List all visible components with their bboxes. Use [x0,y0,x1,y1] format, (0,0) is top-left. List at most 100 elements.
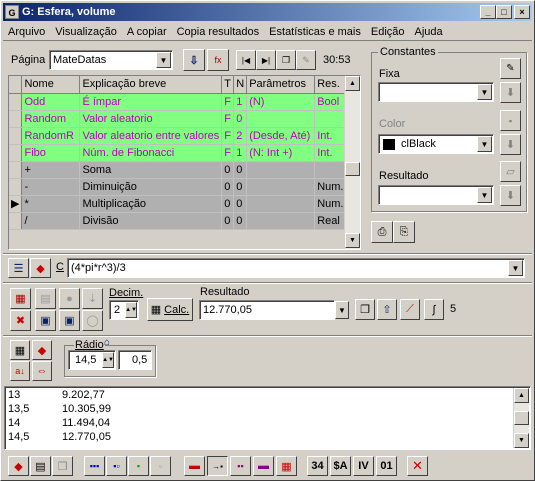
insert-color-icon[interactable]: ⬇ [500,134,521,155]
functions-grid[interactable]: Nome Explicação breve T N Parâmetros Res… [8,75,361,250]
last-record-icon[interactable]: ▶| [256,50,276,70]
small-point-icon[interactable]: ▫ [150,456,171,476]
row-indicator[interactable]: ▶ [9,195,23,213]
plot-icon[interactable]: ● [59,288,80,309]
table-cell[interactable]: 0 [221,161,235,179]
insert-result-icon[interactable]: ⬇ [500,185,521,206]
resultado-constant-select[interactable]: ▼ [378,185,494,205]
document-icon[interactable]: ▤ [30,456,51,476]
dash-line-icon[interactable]: ▪▪ [230,456,251,476]
insert-constant-icon[interactable]: ⬇ [500,82,521,103]
table-cell[interactable]: 1 [233,144,248,162]
table-row[interactable]: Odd É ímpar F 1 (N) Bool [9,93,347,111]
page-select[interactable]: MateDatas ▼ [49,50,173,70]
table-cell[interactable]: (Desde, Até) [246,127,316,145]
table-cell[interactable]: 0 [233,178,248,196]
table-cell[interactable]: 0 [233,195,248,213]
col-header-nome[interactable]: Nome [21,76,81,94]
table-cell[interactable]: / [21,212,81,230]
table-cell[interactable]: Int. [314,127,347,145]
table-row[interactable]: Fibo Núm. de Fibonacci F 1 (N: Int +) Int. [9,144,347,162]
range-icon[interactable]: ⇔ [32,361,52,381]
graph-icon[interactable]: ⟋ [400,299,420,320]
fixa-select[interactable]: ▼ [378,82,494,102]
table-cell[interactable]: Random [21,110,81,128]
spin-icon[interactable]: ▲▼ [102,352,114,368]
menu-edicao[interactable]: Edição [366,26,410,38]
comment-icon[interactable]: ◯ [82,310,103,331]
variables-table-icon[interactable]: ▦ [10,340,30,360]
chevron-down-icon[interactable]: ▼ [477,187,492,203]
results-scrollbar[interactable]: ▲ ▼ [513,388,529,448]
results-list[interactable]: 13 9.202,77 13,5 10.305,99 14 11.494,04 14,5 12… [4,386,531,450]
spin-icon[interactable]: ▲▼ [125,302,137,318]
save-as-icon[interactable]: ▣ [59,310,80,331]
table-cell[interactable]: Multiplicação [79,195,223,213]
print-setup-icon[interactable]: ⎘ [393,221,415,243]
table-row[interactable]: - Diminuição 0 0 Num. [9,178,347,196]
menu-a-copiar[interactable]: A copiar [122,26,172,38]
row-indicator[interactable] [9,144,23,162]
table-cell[interactable]: Num. [314,195,347,213]
table-cell[interactable]: 2 [233,127,248,145]
sort-icon[interactable]: a↓ [10,361,30,381]
menu-visualizacao[interactable]: Visualização [50,26,122,38]
table-cell[interactable]: Bool [314,93,347,111]
table-row[interactable]: + Soma 0 0 [9,161,347,179]
scroll-thumb[interactable] [345,162,360,176]
variables-icon[interactable]: ▦ [10,288,31,309]
table-cell[interactable]: F [221,144,235,162]
formula-input[interactable]: (4*pi*r^3)/3 ▼ [67,258,525,278]
col-header-res[interactable]: Res. [314,76,347,94]
col-header-explicacao[interactable]: Explicação breve [79,76,223,94]
table-cell[interactable]: 1 [233,93,248,111]
table-cell[interactable]: 0 [221,212,235,230]
col-header-n[interactable]: N [233,76,248,94]
table-cell[interactable]: Soma [79,161,223,179]
clear-variables-icon[interactable]: ◆ [32,340,52,360]
row-indicator[interactable] [9,110,23,128]
table-cell[interactable] [246,110,316,128]
table-cell[interactable]: Real [314,212,347,230]
chevron-down-icon[interactable]: ▼ [335,301,349,319]
table-cell[interactable]: Núm. de Fibonacci [79,144,223,162]
format-binary-button[interactable]: 01 [376,456,397,476]
delete-icon[interactable]: ✖ [10,310,31,331]
print-icon[interactable]: ⎙ [371,221,393,243]
table-cell[interactable]: Fibo [21,144,81,162]
row-indicator[interactable] [9,212,23,230]
save-icon[interactable]: ▣ [35,310,56,331]
menu-estatisticas[interactable]: Estatísticas e mais [264,26,366,38]
table-cell[interactable] [246,212,316,230]
col-header-parametros[interactable]: Parâmetros [246,76,316,94]
table-cell[interactable]: Valor aleatorio [79,110,223,128]
table-cell[interactable]: F [221,93,235,111]
integral-icon[interactable]: ∫ [424,299,444,320]
table-cell[interactable]: 0 [233,110,248,128]
minimize-button[interactable]: _ [480,5,496,19]
chevron-down-icon[interactable]: ▼ [508,260,523,276]
table-cell[interactable]: RandomR [21,127,81,145]
scatter-icon[interactable]: ▪▫ [106,456,127,476]
resultado-field[interactable]: 12.770,05 [199,300,335,320]
grid-scrollbar[interactable]: ▲ ▼ [344,76,360,249]
chevron-down-icon[interactable]: ▼ [156,52,171,68]
format-34-button[interactable]: 34 [307,456,328,476]
copy-result-icon[interactable]: ❐ [355,299,375,320]
table-cell[interactable] [246,161,316,179]
table-cell[interactable]: Num. [314,178,347,196]
row-indicator[interactable] [9,127,23,145]
scroll-down-icon[interactable]: ▼ [345,233,360,248]
table-row[interactable]: Random Valor aleatorio F 0 [9,110,347,128]
grid-icon[interactable]: ▦ [276,456,297,476]
table-cell[interactable]: Odd [21,93,81,111]
menu-ajuda[interactable]: Ajuda [410,26,448,38]
fx-icon[interactable]: fx [207,49,229,71]
table-cell[interactable]: Diminuição [79,178,223,196]
clear-formula-icon[interactable]: ◆ [30,258,51,278]
radio-step-field[interactable]: 0,5 [118,350,152,370]
table-cell[interactable]: + [21,161,81,179]
arrow-line-icon[interactable]: →▪ [207,456,228,476]
table-icon[interactable]: ▤ [35,288,56,309]
maximize-button[interactable]: □ [496,5,512,19]
